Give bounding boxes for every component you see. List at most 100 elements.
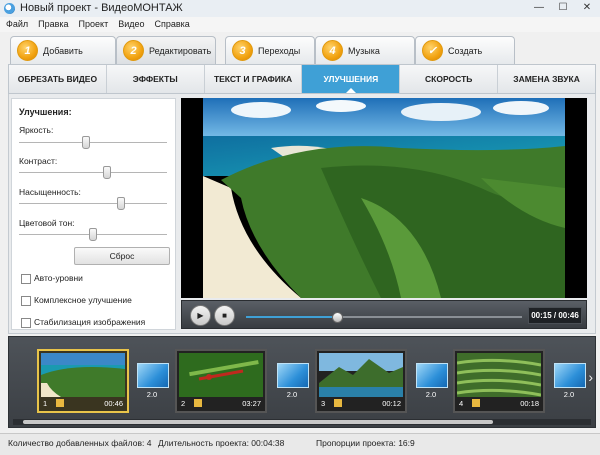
close-icon[interactable]: ✕ <box>580 2 594 13</box>
complex-enhance-label: Комплексное улучшение <box>34 295 132 305</box>
clip-3[interactable]: 3 00:12 <box>315 349 407 413</box>
clip-info: 2 03:27 <box>179 398 263 409</box>
menu-project[interactable]: Проект <box>79 17 109 32</box>
transition-icon <box>137 363 169 388</box>
edit-pencil-icon[interactable] <box>472 399 480 407</box>
scroll-right-icon[interactable]: › <box>588 369 593 385</box>
menu-video[interactable]: Видео <box>118 17 144 32</box>
stop-icon: ■ <box>222 311 227 320</box>
timeline-scrollbar[interactable] <box>13 419 591 425</box>
complex-enhance-checkbox[interactable] <box>21 296 31 306</box>
stabilization-label: Стабилизация изображения <box>34 317 146 327</box>
saturation-slider[interactable] <box>19 197 167 210</box>
clip-number: 3 <box>321 399 326 408</box>
step-number-2-icon: 2 <box>123 40 144 61</box>
step-edit[interactable]: 2 Редактировать <box>116 36 216 64</box>
seek-thumb[interactable] <box>332 312 344 323</box>
timeline-scrollbar-thumb[interactable] <box>23 420 493 424</box>
step-label: Редактировать <box>149 45 212 56</box>
clip-thumbnail <box>319 353 403 397</box>
clip-number: 2 <box>181 399 186 408</box>
clip-4[interactable]: 4 00:18 <box>453 349 545 413</box>
window-controls: — ☐ ✕ <box>532 2 594 13</box>
video-preview[interactable] <box>181 98 587 298</box>
transition-1[interactable]: 2.0 <box>135 363 169 401</box>
edit-pencil-icon[interactable] <box>334 399 342 407</box>
play-button[interactable]: ▶ <box>190 305 211 326</box>
edit-pencil-icon[interactable] <box>56 399 64 407</box>
auto-levels-label: Авто-уровни <box>34 273 83 283</box>
brightness-label: Яркость: <box>19 125 54 135</box>
app-logo-icon <box>4 3 15 14</box>
transition-2[interactable]: 2.0 <box>275 363 309 401</box>
maximize-icon[interactable]: ☐ <box>556 2 570 13</box>
clip-duration: 00:46 <box>104 399 123 408</box>
edit-pencil-icon[interactable] <box>194 399 202 407</box>
checkmark-icon: ✓ <box>422 40 443 61</box>
saturation-slider-thumb[interactable] <box>117 197 125 210</box>
clip-duration: 03:27 <box>242 399 261 408</box>
status-file-count: Количество добавленных файлов: 4 <box>8 438 152 448</box>
step-add[interactable]: 1 Добавить <box>10 36 116 64</box>
menu-file[interactable]: Файл <box>6 17 28 32</box>
step-tabs: 1 Добавить 2 Редактировать 3 Переходы 4 … <box>0 32 600 64</box>
timeline: 1 00:46 2.0 2 03:27 2.0 3 00:12 2.0 4 00… <box>8 336 596 428</box>
tab-effects[interactable]: ЭФФЕКТЫ <box>107 65 205 93</box>
clip-2[interactable]: 2 03:27 <box>175 349 267 413</box>
clip-duration: 00:12 <box>382 399 401 408</box>
video-frame-image <box>203 98 565 298</box>
stabilization-checkbox[interactable] <box>21 318 31 328</box>
clip-thumbnail <box>457 353 541 397</box>
clip-thumbnail <box>41 353 125 397</box>
play-icon: ▶ <box>197 311 204 320</box>
tab-replace-sound[interactable]: ЗАМЕНА ЗВУКА <box>498 65 595 93</box>
step-label: Переходы <box>258 45 301 56</box>
status-bar: Количество добавленных файлов: 4 Длитель… <box>0 433 600 455</box>
transition-3[interactable]: 2.0 <box>414 363 448 401</box>
menu-help[interactable]: Справка <box>155 17 190 32</box>
edit-subtabs: ОБРЕЗАТЬ ВИДЕО ЭФФЕКТЫ ТЕКСТ И ГРАФИКА У… <box>8 64 596 94</box>
transition-icon <box>554 363 586 388</box>
saturation-label: Насыщенность: <box>19 187 81 197</box>
title-bar: Новый проект - ВидеоМОНТАЖ — ☐ ✕ <box>0 0 600 18</box>
seek-bar[interactable] <box>246 312 522 323</box>
step-number-1-icon: 1 <box>17 40 38 61</box>
reset-button[interactable]: Сброс <box>74 247 170 265</box>
tab-trim-video[interactable]: ОБРЕЗАТЬ ВИДЕО <box>9 65 107 93</box>
transition-icon <box>277 363 309 388</box>
minimize-icon[interactable]: — <box>532 2 546 13</box>
step-create[interactable]: ✓ Создать <box>415 36 515 64</box>
auto-levels-checkbox[interactable] <box>21 274 31 284</box>
status-duration: Длительность проекта: 00:04:38 <box>158 438 285 448</box>
brightness-slider-thumb[interactable] <box>82 136 90 149</box>
tab-enhancements[interactable]: УЛУЧШЕНИЯ <box>302 65 401 93</box>
tab-speed[interactable]: СКОРОСТЬ <box>400 65 499 93</box>
transition-4[interactable]: 2.0 <box>552 363 586 401</box>
status-aspect-ratio: Пропорции проекта: 16:9 <box>316 438 415 448</box>
step-number-4-icon: 4 <box>322 40 343 61</box>
tab-text-graphics[interactable]: ТЕКСТ И ГРАФИКА <box>205 65 303 93</box>
transition-duration: 2.0 <box>146 390 158 399</box>
step-number-3-icon: 3 <box>232 40 253 61</box>
transition-icon <box>416 363 448 388</box>
clip-1[interactable]: 1 00:46 <box>37 349 129 413</box>
step-label: Добавить <box>43 45 83 56</box>
hue-slider-thumb[interactable] <box>89 228 97 241</box>
menu-edit[interactable]: Правка <box>38 17 68 32</box>
contrast-slider-thumb[interactable] <box>103 166 111 179</box>
hue-label: Цветовой тон: <box>19 218 75 228</box>
contrast-label: Контраст: <box>19 156 58 166</box>
hue-slider[interactable] <box>19 228 167 241</box>
menu-bar: Файл Правка Проект Видео Справка <box>0 17 600 32</box>
contrast-slider[interactable] <box>19 166 167 179</box>
transition-duration: 2.0 <box>286 390 298 399</box>
transition-duration: 2.0 <box>425 390 437 399</box>
player-controls: ▶ ■ 00:15 / 00:46 <box>181 300 587 329</box>
step-transitions[interactable]: 3 Переходы <box>225 36 315 64</box>
enhancements-title: Улучшения: <box>19 107 72 117</box>
clip-number: 4 <box>459 399 464 408</box>
stop-button[interactable]: ■ <box>214 305 235 326</box>
brightness-slider[interactable] <box>19 136 167 149</box>
step-label: Создать <box>448 45 483 56</box>
step-music[interactable]: 4 Музыка <box>315 36 415 64</box>
